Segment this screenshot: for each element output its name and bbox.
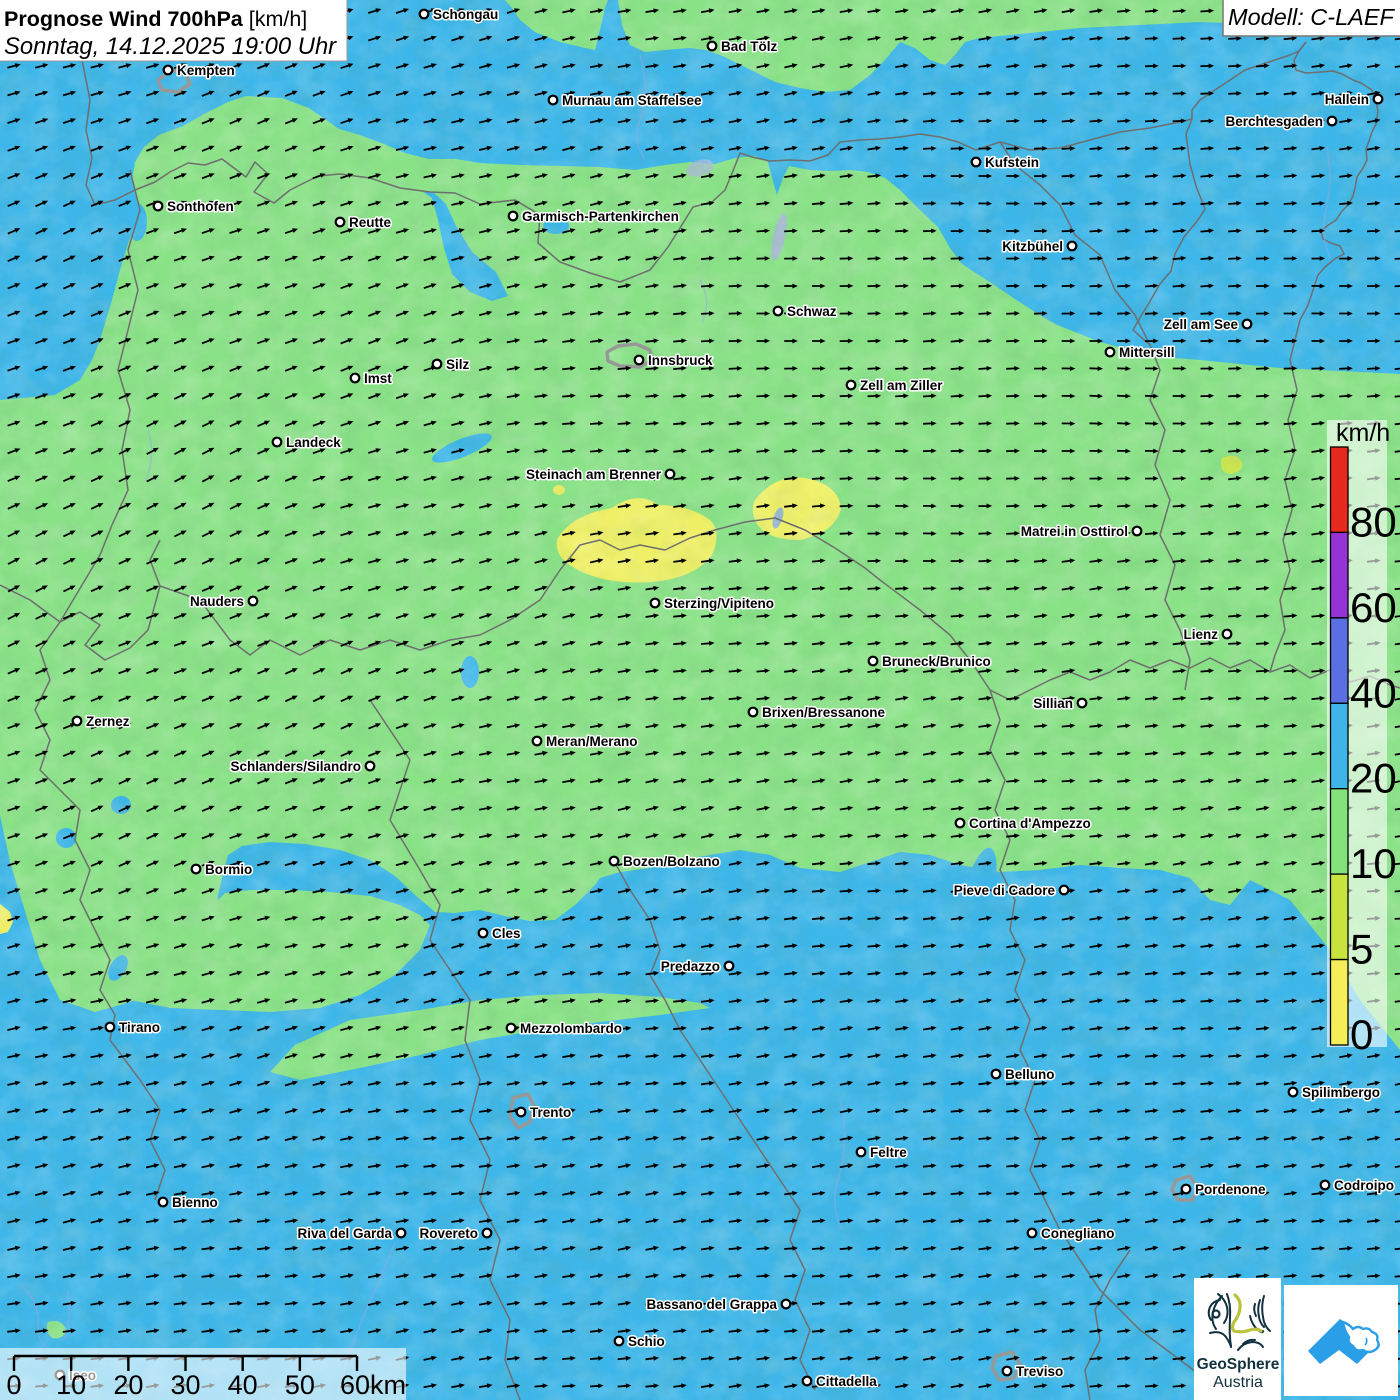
svg-text:Schwaz: Schwaz	[787, 304, 837, 319]
svg-text:5: 5	[1350, 926, 1373, 973]
svg-text:0: 0	[6, 1370, 21, 1400]
svg-text:Rovereto: Rovereto	[419, 1226, 478, 1241]
svg-text:Kitzbühel: Kitzbühel	[1002, 239, 1063, 254]
svg-text:Codroipo: Codroipo	[1334, 1178, 1394, 1193]
svg-text:Kufstein: Kufstein	[985, 155, 1039, 170]
svg-text:60km: 60km	[340, 1370, 406, 1400]
svg-text:Cles: Cles	[492, 926, 521, 941]
svg-text:20: 20	[1350, 755, 1397, 802]
svg-text:Cittadella: Cittadella	[816, 1374, 877, 1389]
svg-text:Innsbruck: Innsbruck	[648, 353, 713, 368]
svg-text:40: 40	[1350, 669, 1397, 716]
svg-text:Meran/Merano: Meran/Merano	[546, 734, 638, 749]
svg-text:Belluno: Belluno	[1005, 1067, 1055, 1082]
svg-text:80: 80	[1350, 498, 1397, 545]
svg-text:Nauders: Nauders	[190, 594, 244, 609]
svg-text:Silz: Silz	[446, 357, 470, 372]
svg-text:Mezzolombardo: Mezzolombardo	[520, 1021, 622, 1036]
svg-text:Steinach am Brenner: Steinach am Brenner	[526, 467, 662, 482]
svg-text:Schlanders/Silandro: Schlanders/Silandro	[230, 759, 361, 774]
svg-text:Zell am See: Zell am See	[1164, 317, 1239, 332]
svg-text:30: 30	[170, 1370, 200, 1400]
svg-text:Pieve di Cadore: Pieve di Cadore	[954, 883, 1056, 898]
svg-text:40: 40	[228, 1370, 258, 1400]
svg-text:10: 10	[56, 1370, 86, 1400]
svg-text:Treviso: Treviso	[1016, 1364, 1063, 1379]
svg-text:Bienno: Bienno	[172, 1195, 218, 1210]
svg-text:Bad Tölz: Bad Tölz	[721, 39, 777, 54]
svg-text:Garmisch-Partenkirchen: Garmisch-Partenkirchen	[522, 209, 679, 224]
svg-text:20: 20	[113, 1370, 143, 1400]
svg-text:Modell: C-LAEF: Modell: C-LAEF	[1228, 4, 1395, 30]
svg-text:Landeck: Landeck	[286, 435, 341, 450]
svg-text:Matrei in Osttirol: Matrei in Osttirol	[1021, 524, 1128, 539]
svg-text:Mittersill: Mittersill	[1119, 345, 1175, 360]
svg-text:0: 0	[1350, 1011, 1373, 1058]
svg-text:Austria: Austria	[1213, 1374, 1263, 1391]
svg-text:Riva del Garda: Riva del Garda	[297, 1226, 392, 1241]
svg-text:Brixen/Bressanone: Brixen/Bressanone	[762, 705, 886, 720]
svg-text:Zernez: Zernez	[86, 714, 130, 729]
svg-text:Sonntag, 14.12.2025 19:00 Uhr: Sonntag, 14.12.2025 19:00 Uhr	[4, 33, 337, 60]
svg-text:Pordenone: Pordenone	[1195, 1182, 1266, 1197]
svg-text:60: 60	[1350, 584, 1397, 631]
svg-text:10: 10	[1350, 840, 1397, 887]
svg-text:Feltre: Feltre	[870, 1145, 907, 1160]
svg-text:Bozen/Bolzano: Bozen/Bolzano	[623, 854, 720, 869]
svg-text:Schio: Schio	[628, 1334, 665, 1349]
svg-text:Tirano: Tirano	[119, 1020, 160, 1035]
svg-text:Bormio: Bormio	[205, 862, 252, 877]
svg-text:Sillian: Sillian	[1033, 696, 1073, 711]
svg-text:Conegliano: Conegliano	[1041, 1226, 1115, 1241]
svg-text:50: 50	[285, 1370, 315, 1400]
svg-text:Reutte: Reutte	[349, 215, 391, 230]
svg-text:Murnau am Staffelsee: Murnau am Staffelsee	[562, 93, 702, 108]
svg-text:Spilimbergo: Spilimbergo	[1302, 1085, 1380, 1100]
svg-text:Lienz: Lienz	[1183, 627, 1218, 642]
svg-text:Bruneck/Brunico: Bruneck/Brunico	[882, 654, 991, 669]
svg-text:Predazzo: Predazzo	[661, 959, 720, 974]
svg-text:Cortina d'Ampezzo: Cortina d'Ampezzo	[969, 816, 1091, 831]
svg-text:Bassano del Grappa: Bassano del Grappa	[646, 1297, 777, 1312]
svg-text:Kempten: Kempten	[177, 63, 235, 78]
svg-text:Berchtesgaden: Berchtesgaden	[1225, 114, 1323, 129]
svg-text:Trento: Trento	[530, 1105, 571, 1120]
svg-text:km/h: km/h	[1336, 419, 1390, 447]
svg-text:Sterzing/Vipiteno: Sterzing/Vipiteno	[664, 596, 774, 611]
svg-text:Hallein: Hallein	[1325, 92, 1369, 107]
svg-text:GeoSphere: GeoSphere	[1197, 1356, 1280, 1373]
svg-text:Sonthofen: Sonthofen	[167, 199, 234, 214]
svg-text:Prognose Wind 700hPa [km/h]: Prognose Wind 700hPa [km/h]	[4, 7, 307, 31]
svg-text:Imst: Imst	[364, 371, 392, 386]
svg-text:Zell am Ziller: Zell am Ziller	[860, 378, 943, 393]
svg-text:Schongau: Schongau	[433, 7, 498, 22]
